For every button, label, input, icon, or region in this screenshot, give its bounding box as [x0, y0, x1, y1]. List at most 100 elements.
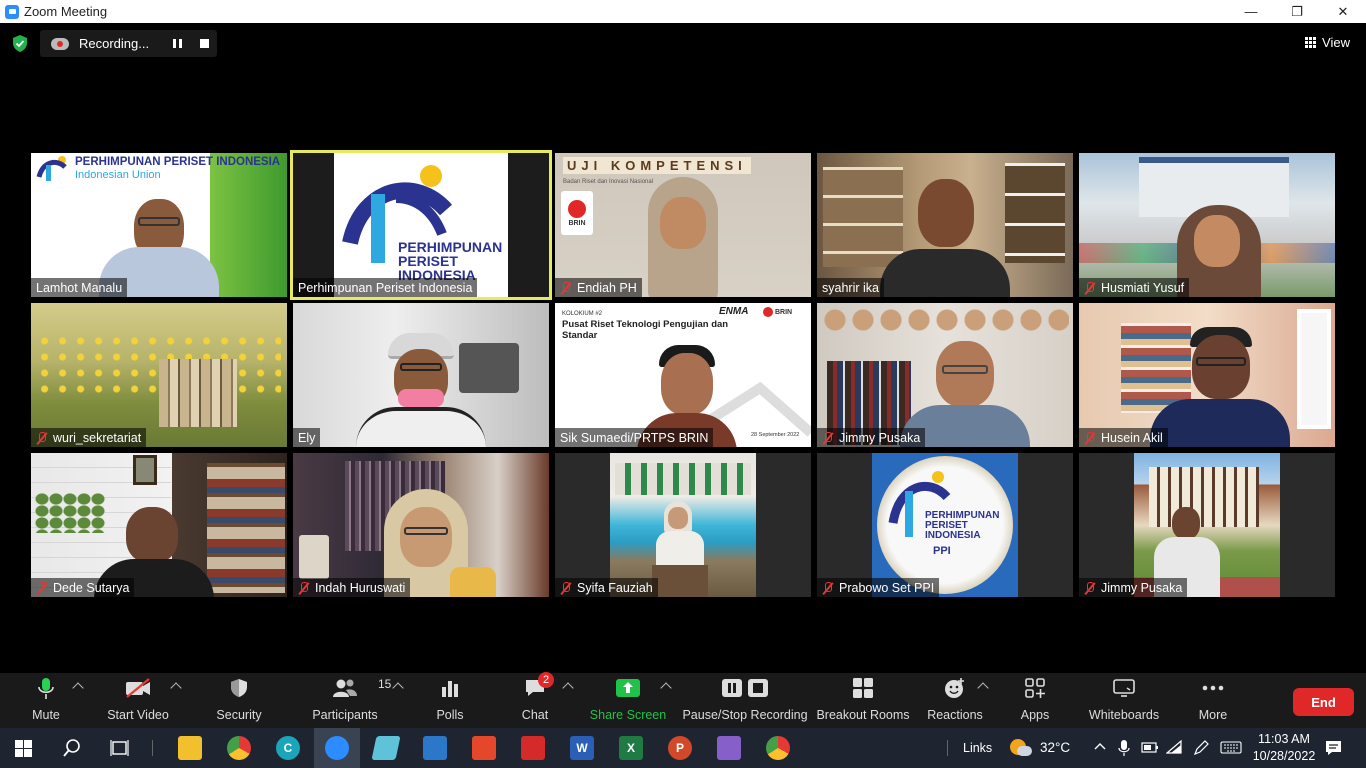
battery-icon[interactable]: [1141, 742, 1159, 753]
word-icon[interactable]: W: [570, 736, 594, 760]
participants-options-caret[interactable]: [392, 682, 404, 694]
start-video-button[interactable]: Start Video: [106, 673, 170, 728]
banner-title: PERHIMPUNAN PERISET INDONESIA: [75, 156, 281, 168]
pause-stop-recording-button[interactable]: Pause/Stop Recording: [682, 673, 808, 728]
apps-button[interactable]: Apps: [1016, 673, 1054, 728]
windows-taskbar: C W X P Links 32°C 11:03 AM 10/28/2022: [0, 728, 1366, 768]
video-tile[interactable]: Husmiati Yusuf: [1079, 153, 1335, 297]
video-gallery: PERHIMPUNAN PERISET INDONESIA Indonesian…: [31, 150, 1335, 597]
participants-button[interactable]: 15 Participants: [312, 673, 391, 728]
share-screen-button[interactable]: Share Screen: [590, 673, 666, 728]
stop-recording-icon[interactable]: [200, 39, 209, 48]
video-off-icon: [124, 673, 152, 703]
zoom-icon[interactable]: [325, 736, 349, 760]
mendeley-icon[interactable]: [521, 736, 545, 760]
slide-small-label: KOLOKIUM #2: [562, 311, 603, 317]
video-tile[interactable]: KOLOKIUM #2 Pusat Riset Teknologi Penguj…: [555, 303, 811, 447]
brin-logo: BRIN: [561, 191, 593, 235]
chat-options-caret[interactable]: [562, 682, 574, 694]
mic-muted-icon: [1084, 281, 1096, 294]
excel-icon[interactable]: X: [619, 736, 643, 760]
video-tile-active-speaker[interactable]: PERHIMPUNAN PERISET INDONESIA Perhimpuna…: [290, 150, 552, 300]
slide-date: 28 September 2022: [751, 432, 800, 438]
cloud-recording-icon: [51, 37, 69, 50]
microphone-tray-icon[interactable]: [1118, 739, 1130, 757]
canva-icon[interactable]: C: [276, 736, 300, 760]
video-tile[interactable]: PERHIMPUNAN PERISET INDONESIA Indonesian…: [31, 153, 287, 297]
close-button[interactable]: ✕: [1320, 0, 1366, 23]
participant-name: Indah Huruswati: [293, 578, 411, 597]
video-tile[interactable]: syahrir ika: [817, 153, 1073, 297]
participant-video: [650, 487, 710, 597]
security-shield-icon: [230, 673, 248, 703]
chat-button[interactable]: 2 Chat: [518, 672, 554, 728]
wifi-icon[interactable]: [1166, 740, 1182, 754]
participant-name: Endiah PH: [555, 278, 642, 297]
mic-muted-icon: [1084, 581, 1096, 594]
pause-recording-icon[interactable]: [173, 39, 182, 48]
participant-name: Husein Akil: [1079, 428, 1168, 447]
office-icon[interactable]: [472, 736, 496, 760]
end-meeting-button[interactable]: End: [1293, 688, 1354, 716]
participant-name: Husmiati Yusuf: [1079, 278, 1190, 297]
whiteboards-button[interactable]: Whiteboards: [1088, 673, 1160, 728]
weather-icon[interactable]: [1010, 739, 1032, 757]
control-panel-icon[interactable]: [423, 736, 447, 760]
mic-muted-icon: [298, 581, 310, 594]
weather-temperature[interactable]: 32°C: [1040, 740, 1070, 755]
polls-button[interactable]: Polls: [432, 673, 468, 728]
reactions-button[interactable]: Reactions: [926, 673, 984, 728]
brin-logo: BRIN: [763, 307, 792, 317]
whiteboard-icon: [1113, 673, 1135, 703]
video-tile[interactable]: UJI KOMPETENSI Badan Riset dan Inovasi N…: [555, 153, 811, 297]
view-button[interactable]: View: [1305, 35, 1350, 50]
participant-name: Lamhot Manalu: [31, 278, 128, 297]
windows-start-icon[interactable]: [15, 740, 32, 757]
task-view-icon[interactable]: [110, 739, 129, 757]
video-tile[interactable]: Ely: [293, 303, 549, 447]
video-tile[interactable]: Husein Akil: [1079, 303, 1335, 447]
video-tile[interactable]: Dede Sutarya: [31, 453, 287, 597]
visual-studio-icon[interactable]: [717, 736, 741, 760]
grid-view-icon: [1305, 37, 1317, 48]
video-tile[interactable]: Jimmy Pusaka: [1079, 453, 1335, 597]
links-toolbar[interactable]: Links: [963, 741, 992, 755]
books-image: [159, 359, 237, 427]
pause-stop-recording-icon: [722, 673, 768, 703]
video-options-caret[interactable]: [170, 682, 182, 694]
mute-button[interactable]: Mute: [28, 673, 64, 728]
banner-subtitle: Indonesian Union: [75, 169, 161, 181]
breakout-rooms-button[interactable]: Breakout Rooms: [816, 673, 910, 728]
reactions-smiley-icon: [944, 673, 966, 703]
chevron-up-icon[interactable]: [1094, 742, 1106, 750]
encryption-shield-icon[interactable]: [12, 35, 28, 52]
mic-muted-icon: [822, 581, 834, 594]
minimize-button[interactable]: —: [1228, 0, 1274, 23]
clock-time[interactable]: 11:03 AM: [1254, 732, 1314, 746]
mic-muted-icon: [36, 581, 48, 594]
file-explorer-icon[interactable]: [178, 736, 202, 760]
security-button[interactable]: Security: [214, 673, 264, 728]
notification-center-icon[interactable]: [1325, 740, 1342, 756]
more-button[interactable]: More: [1194, 673, 1232, 728]
chrome-profile-icon[interactable]: [766, 736, 790, 760]
video-tile[interactable]: PERHIMPUNAN PERISET INDONESIA PPI Prabow…: [817, 453, 1073, 597]
pen-icon[interactable]: [1193, 740, 1209, 756]
share-screen-icon: [616, 673, 640, 703]
clock-date[interactable]: 10/28/2022: [1252, 749, 1316, 763]
video-tile[interactable]: Jimmy Pusaka: [817, 303, 1073, 447]
search-icon[interactable]: [63, 739, 81, 757]
sign-banner: UJI KOMPETENSI: [563, 157, 751, 174]
ppi-logo-icon: [36, 156, 67, 181]
chrome-icon[interactable]: [227, 736, 251, 760]
notes-app-icon[interactable]: [371, 736, 401, 760]
video-tile[interactable]: Syifa Fauziah: [555, 453, 811, 597]
audio-options-caret[interactable]: [72, 682, 84, 694]
zoom-app-icon: [5, 4, 19, 19]
maximize-button[interactable]: ❐: [1274, 0, 1320, 23]
keyboard-icon[interactable]: [1220, 741, 1242, 754]
powerpoint-icon[interactable]: P: [668, 736, 692, 760]
video-tile[interactable]: wuri_sekretariat: [31, 303, 287, 447]
ppi-sub-text: PPI: [933, 545, 951, 557]
video-tile[interactable]: Indah Huruswati: [293, 453, 549, 597]
